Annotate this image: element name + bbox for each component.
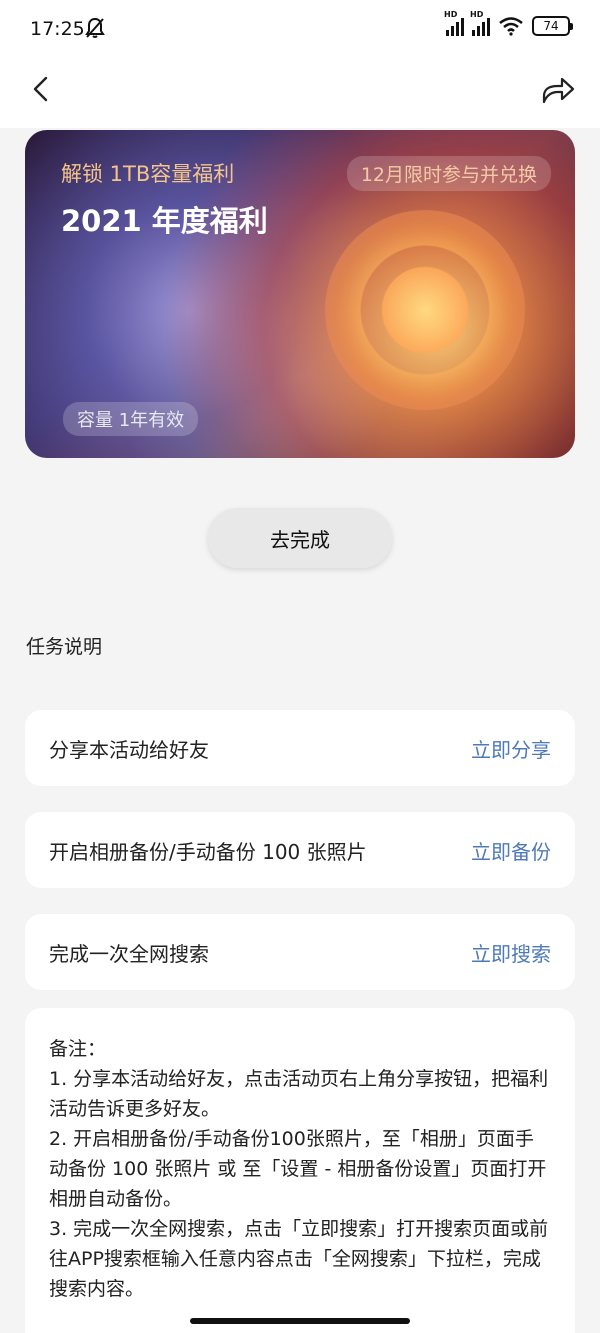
task-label: 分享本活动给好友 xyxy=(49,738,209,762)
notes-heading: 备注： xyxy=(49,1038,107,1060)
status-indicators: HD HD 74 xyxy=(444,10,573,36)
signal-label-2: HD xyxy=(470,10,484,19)
signal-icon-2: HD xyxy=(470,10,490,36)
notes-card: 备注： 1. 分享本活动给好友，点击活动页右上角分享按钮，把福利活动告诉更多好友… xyxy=(25,1008,575,1333)
battery-icon: 74 xyxy=(532,16,573,36)
signal-icon: HD xyxy=(444,10,464,36)
go-complete-button[interactable]: 去完成 xyxy=(208,508,392,568)
task-label: 开启相册备份/手动备份 100 张照片 xyxy=(49,840,367,864)
notes-item-2: 2. 开启相册备份/手动备份100张照片，至「相册」页面手动备份 100 张照片… xyxy=(49,1128,547,1210)
cloud-logo-ring-icon xyxy=(325,210,525,410)
validity-badge: 容量 1年有效 xyxy=(63,402,199,436)
signal-label: HD xyxy=(444,10,458,19)
task-card-backup: 开启相册备份/手动备份 100 张照片 立即备份 xyxy=(25,812,575,888)
search-now-link[interactable]: 立即搜索 xyxy=(471,938,551,967)
home-indicator[interactable] xyxy=(190,1318,410,1324)
wifi-icon xyxy=(499,17,523,36)
task-card-search: 完成一次全网搜索 立即搜索 xyxy=(25,914,575,990)
notes-item-3: 3. 完成一次全网搜索，点击「立即搜索」打开搜索页面或前往APP搜索框输入任意内… xyxy=(49,1218,549,1300)
share-icon[interactable] xyxy=(540,74,576,106)
section-title: 任务说明 xyxy=(26,636,103,658)
promo-time-badge: 12月限时参与并兑换 xyxy=(346,156,551,191)
nav-bar xyxy=(0,60,600,128)
notifications-muted-icon xyxy=(85,17,105,38)
promo-banner: 解锁 1TB容量福利 2021 年度福利 12月限时参与并兑换 容量 1年有效 xyxy=(25,130,575,458)
battery-level: 74 xyxy=(543,19,559,33)
promo-subtitle: 解锁 1TB容量福利 xyxy=(61,162,235,186)
backup-now-link[interactable]: 立即备份 xyxy=(471,836,551,865)
share-now-link[interactable]: 立即分享 xyxy=(471,734,551,763)
status-bar: 17:25 HD HD 74 xyxy=(0,0,600,60)
notes-item-1: 1. 分享本活动给好友，点击活动页右上角分享按钮，把福利活动告诉更多好友。 xyxy=(49,1068,549,1120)
promo-title: 2021 年度福利 xyxy=(61,204,268,238)
task-label: 完成一次全网搜索 xyxy=(49,942,209,966)
back-arrow-icon[interactable] xyxy=(26,74,56,104)
task-card-share: 分享本活动给好友 立即分享 xyxy=(25,710,575,786)
status-time: 17:25 xyxy=(30,18,85,40)
